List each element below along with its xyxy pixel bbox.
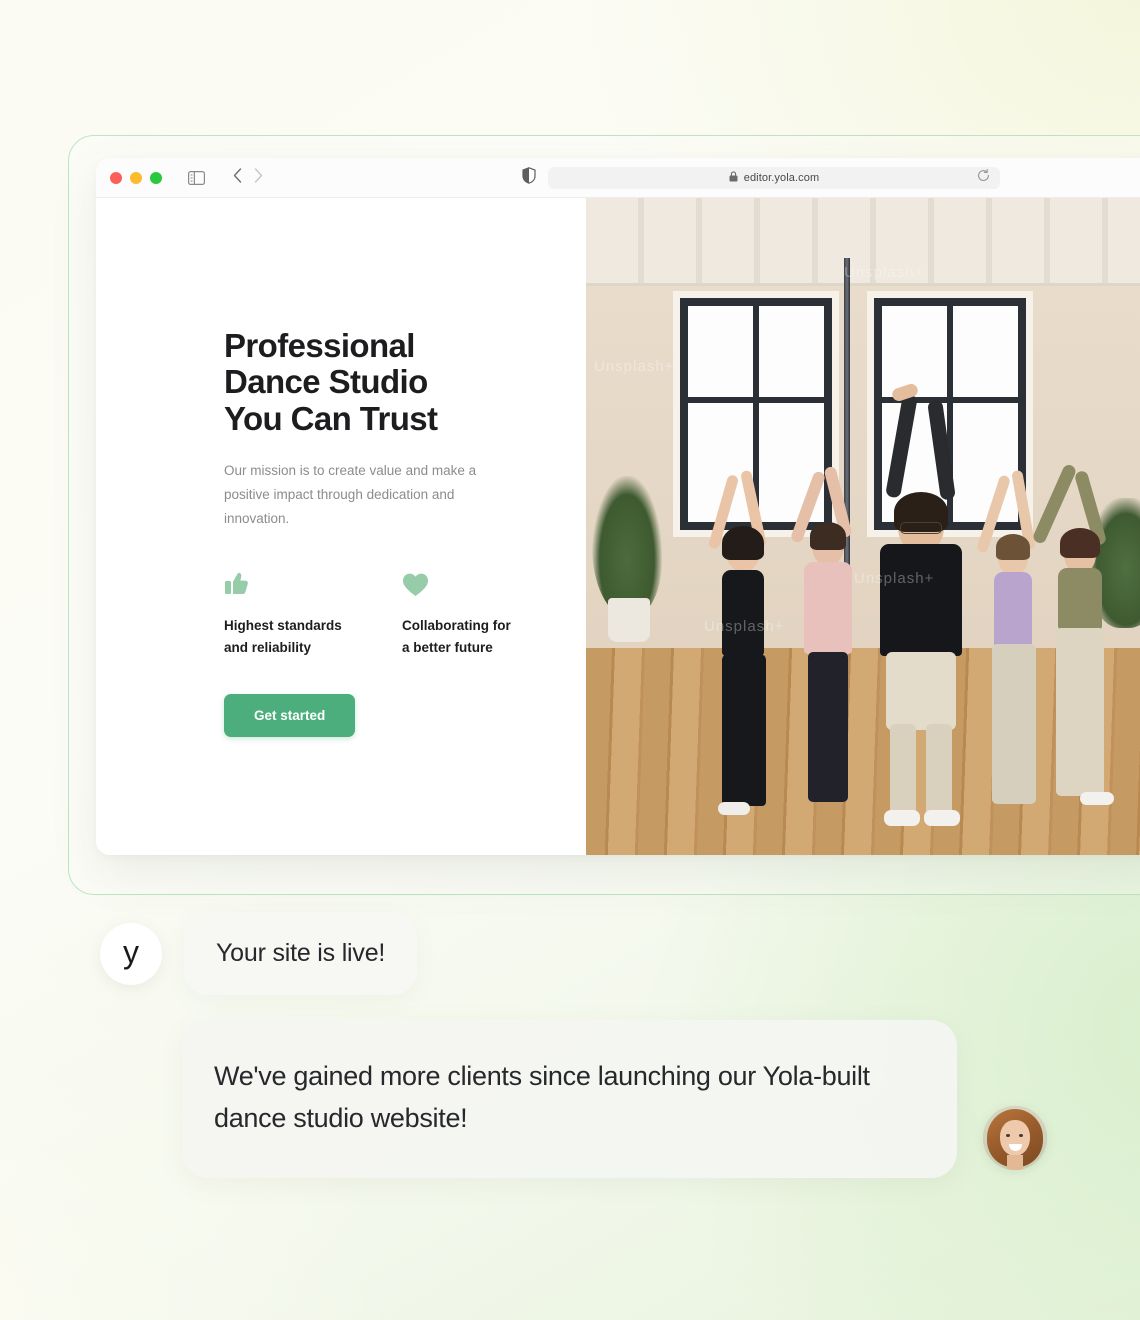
window-controls[interactable]	[110, 171, 162, 184]
feature-label: Highest standards and reliability	[224, 617, 342, 655]
client-photo-avatar	[983, 1105, 1047, 1170]
feature-item: Collaborating for a better future	[402, 567, 542, 658]
hero-image-dance-studio: Unsplash+ Unsplash+ Unsplash+ Unsplash+	[586, 198, 1140, 855]
close-window-button[interactable]	[110, 171, 122, 184]
lock-icon	[729, 169, 738, 187]
page-root: editor.yola.com Professional Dance Studi…	[0, 0, 1140, 1320]
feature-label: Collaborating for a better future	[402, 617, 511, 655]
dancer-figure	[1031, 456, 1130, 855]
url-text: editor.yola.com	[743, 171, 820, 184]
shield-icon[interactable]	[522, 166, 536, 189]
hero-subtitle: Our mission is to create value and make …	[224, 462, 477, 526]
heart-icon	[402, 567, 542, 597]
chat-bubble-testimonial: We've gained more clients since launchin…	[182, 1020, 957, 1178]
hero-text-column: Professional Dance Studio You Can Trust …	[96, 198, 586, 855]
sidebar-toggle-icon[interactable]	[188, 170, 205, 185]
yola-logo-mark: y	[123, 933, 139, 970]
plant-left	[592, 476, 662, 616]
chat-message-row: We've gained more clients since launchin…	[182, 1020, 1047, 1178]
reload-icon[interactable]	[977, 168, 990, 187]
browser-window: editor.yola.com Professional Dance Studi…	[96, 158, 1140, 855]
maximize-window-button[interactable]	[150, 171, 162, 184]
dancer-figure	[858, 382, 988, 855]
feature-list: Highest standards and reliability Collab…	[224, 567, 586, 658]
thumbs-up-icon	[224, 567, 364, 597]
navigation-buttons[interactable]	[233, 167, 263, 188]
studio-ceiling	[586, 198, 1140, 286]
chat-bubble-status: Your site is live!	[184, 912, 418, 995]
page-title: Professional Dance Studio You Can Trust	[224, 327, 438, 437]
chevron-left-icon[interactable]	[233, 167, 242, 188]
chat-message-row: y Your site is live!	[100, 912, 418, 995]
dancer-figure	[704, 466, 794, 855]
chevron-right-icon[interactable]	[254, 167, 263, 188]
plant-pot-left	[608, 598, 650, 642]
minimize-window-button[interactable]	[130, 171, 142, 184]
site-content: Professional Dance Studio You Can Trust …	[96, 198, 1140, 855]
browser-toolbar: editor.yola.com	[96, 158, 1140, 198]
address-bar[interactable]: editor.yola.com	[548, 166, 1000, 189]
feature-item: Highest standards and reliability	[224, 567, 364, 658]
get-started-button[interactable]: Get started	[224, 694, 356, 738]
yola-logo-avatar: y	[100, 922, 162, 985]
